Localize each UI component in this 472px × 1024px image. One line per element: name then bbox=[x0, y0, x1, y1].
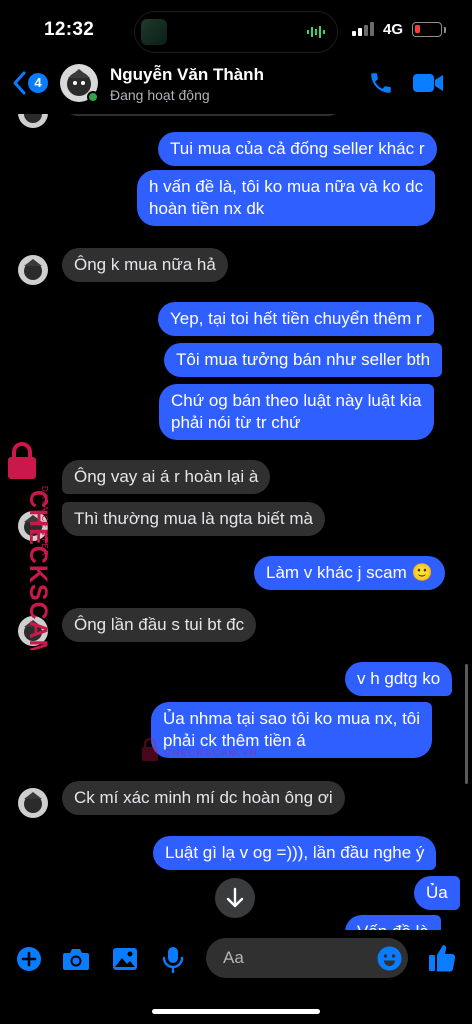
contact-activity-status: Đang hoạt động bbox=[110, 87, 210, 103]
message-bubble-outgoing[interactable]: Vấn đề là bbox=[345, 915, 441, 930]
message-text: Tôi mua tưởng bán như seller bth bbox=[176, 350, 431, 369]
status-bar: 12:32 4G bbox=[0, 0, 472, 58]
now-playing-artwork bbox=[141, 19, 167, 45]
message-bubble-outgoing[interactable]: Ủa bbox=[414, 876, 460, 910]
gallery-image-icon[interactable] bbox=[112, 946, 138, 972]
message-thread[interactable]: Tui mua của cả đống seller khác r h vấn … bbox=[0, 114, 472, 930]
lock-icon bbox=[142, 737, 158, 761]
message-bubble-incoming[interactable]: Ck mí xác minh mí dc hoàn ông ơi bbox=[62, 781, 345, 815]
message-text: Tui mua của cả đống seller khác r bbox=[170, 139, 425, 158]
message-bubble-outgoing[interactable]: Tôi mua tưởng bán như seller bth bbox=[164, 343, 443, 377]
online-status-dot bbox=[87, 91, 99, 103]
message-bubble-outgoing[interactable]: Luật gì lạ v og =))), lần đầu nghe ý bbox=[153, 836, 437, 870]
dynamic-island[interactable] bbox=[134, 11, 338, 53]
message-text: Ủa bbox=[426, 883, 448, 902]
arrow-down-icon bbox=[226, 887, 244, 908]
scroll-to-bottom-button[interactable] bbox=[215, 878, 255, 918]
video-call-icon[interactable] bbox=[412, 72, 444, 94]
cell-signal-icon bbox=[352, 22, 374, 36]
network-type: 4G bbox=[383, 21, 404, 38]
status-time: 12:32 bbox=[44, 19, 95, 40]
message-text: Ông lần đầu s tui bt đc bbox=[74, 615, 245, 634]
message-bubble-outgoing[interactable]: Chứ og bán theo luật này luật kia phải nó… bbox=[159, 384, 434, 440]
message-bubble-outgoing[interactable]: Làm v khác j scam 🙂 bbox=[254, 556, 445, 590]
unread-badge[interactable]: 4 bbox=[28, 73, 48, 93]
message-text: Ông k mua nữa hả bbox=[74, 255, 216, 274]
watermark-brand: CHECKSCAM.VN bbox=[164, 748, 258, 759]
message-bubble-outgoing[interactable]: v h gdtg ko bbox=[345, 662, 453, 696]
phone-call-icon[interactable] bbox=[368, 70, 394, 96]
message-text: h vấn đề là, tôi ko mua nữa và ko dc bbox=[149, 177, 424, 196]
message-text: Chứ og bán theo luật này luật kia bbox=[171, 391, 422, 410]
message-text: hoàn tiền nx dk bbox=[149, 199, 265, 218]
message-bubble-cropped bbox=[62, 114, 344, 116]
message-text: Ủa nhma tại sao tôi ko mua nx, tôi bbox=[163, 709, 421, 728]
message-text: Thì thường mua là ngta biết mà bbox=[74, 509, 313, 528]
camera-icon[interactable] bbox=[62, 946, 90, 972]
message-bubble-outgoing[interactable]: h vấn đề là, tôi ko mua nữa và ko dc hoàn… bbox=[137, 170, 436, 226]
message-text: Luật gì lạ v og =))), lần đầu nghe ý bbox=[165, 843, 425, 862]
checkscam-watermark-small: CHECKSCAM.VN bbox=[140, 737, 290, 767]
message-text: v h gdtg ko bbox=[357, 669, 441, 688]
contact-avatar-small bbox=[18, 788, 48, 818]
contact-avatar-small bbox=[18, 255, 48, 285]
contact-avatar-small bbox=[18, 114, 48, 128]
contact-avatar-small bbox=[18, 511, 48, 541]
message-input-placeholder: Aa bbox=[223, 948, 244, 967]
message-input[interactable]: Aa bbox=[206, 938, 408, 978]
message-composer: Aa bbox=[0, 930, 472, 990]
message-text: Ông vay ai á r hoàn lại à bbox=[74, 467, 259, 486]
emoji-icon[interactable] bbox=[377, 946, 402, 971]
message-text: Làm v khác j scam 🙂 bbox=[266, 563, 433, 582]
message-bubble-outgoing[interactable]: Yep, tại toi hết tiền chuyển thêm r bbox=[158, 302, 434, 336]
message-bubble-incoming[interactable]: Ông vay ai á r hoàn lại à bbox=[62, 460, 271, 494]
message-bubble-incoming[interactable]: Ông lần đầu s tui bt đc bbox=[62, 608, 257, 642]
microphone-icon[interactable] bbox=[162, 946, 184, 974]
message-text: phải nói từ tr chứ bbox=[171, 413, 301, 432]
message-bubble-incoming[interactable]: Ông k mua nữa hả bbox=[62, 248, 228, 282]
message-text: Vấn đề là bbox=[357, 922, 429, 930]
audio-wave-icon bbox=[307, 26, 325, 38]
chat-header: 4 Nguyễn Văn Thành Đang hoạt động bbox=[0, 58, 472, 114]
message-bubble-outgoing[interactable]: Tui mua của cả đống seller khác r bbox=[158, 132, 437, 166]
message-text: Yep, tại toi hết tiền chuyển thêm r bbox=[170, 309, 422, 328]
plus-circle-icon[interactable] bbox=[16, 946, 42, 972]
contact-name[interactable]: Nguyễn Văn Thành bbox=[110, 65, 264, 85]
battery-icon bbox=[412, 22, 442, 37]
like-thumbs-up-icon[interactable] bbox=[428, 943, 456, 973]
message-text: Ck mí xác minh mí dc hoàn ông ơi bbox=[74, 788, 333, 807]
message-bubble-incoming[interactable]: Thì thường mua là ngta biết mà bbox=[62, 502, 325, 536]
scrollbar[interactable] bbox=[465, 664, 468, 784]
contact-avatar-small bbox=[18, 616, 48, 646]
home-indicator[interactable] bbox=[152, 1009, 320, 1014]
